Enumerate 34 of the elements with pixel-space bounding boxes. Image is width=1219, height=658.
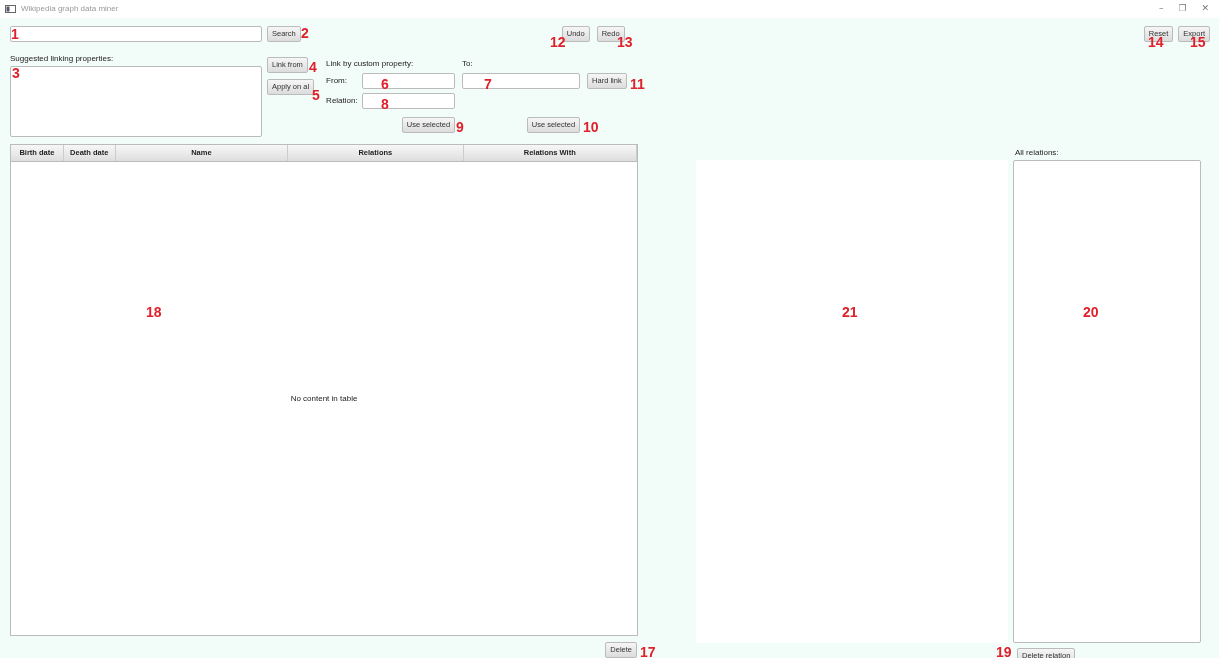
field-label: To: xyxy=(462,58,474,70)
close-button[interactable]: ✕ xyxy=(1201,2,1209,16)
callout-number: 7 xyxy=(484,77,492,91)
callout-number: 6 xyxy=(381,77,389,91)
callout-number: 20 xyxy=(1083,305,1099,319)
field-label: From: xyxy=(326,75,348,87)
callout-number: 8 xyxy=(381,97,389,111)
restore-button[interactable]: ❐ xyxy=(1178,2,1187,16)
section-label: Link by custom property: xyxy=(326,58,415,70)
minimize-button[interactable]: – xyxy=(1158,2,1164,16)
callout-number: 1 xyxy=(11,27,19,41)
relations-list[interactable] xyxy=(1013,160,1201,643)
callout-number: 2 xyxy=(301,26,309,40)
callout-number: 10 xyxy=(583,120,599,134)
callout-number: 4 xyxy=(309,60,317,74)
section-label: Suggested linking properties: xyxy=(10,53,115,65)
callout-number: 19 xyxy=(996,645,1012,658)
suggestions-list[interactable] xyxy=(10,66,262,137)
callout-number: 5 xyxy=(312,88,320,102)
callout-number: 9 xyxy=(456,120,464,134)
relation-field[interactable] xyxy=(362,93,456,109)
callout-number: 11 xyxy=(630,77,645,91)
empty-table-message: No content in table xyxy=(290,392,358,405)
callout-number: 17 xyxy=(640,645,656,658)
callout-number: 18 xyxy=(146,305,162,319)
callout-number: 21 xyxy=(842,305,858,319)
window-title: Wikipedia graph data miner xyxy=(21,3,119,15)
section-label: All relations: xyxy=(1015,147,1059,159)
to-field[interactable] xyxy=(462,73,581,89)
field-label: Relation: xyxy=(326,95,359,107)
callout-number: 3 xyxy=(12,66,20,80)
search-field[interactable] xyxy=(10,26,262,42)
from-field[interactable] xyxy=(362,73,456,89)
app-icon xyxy=(5,5,16,13)
